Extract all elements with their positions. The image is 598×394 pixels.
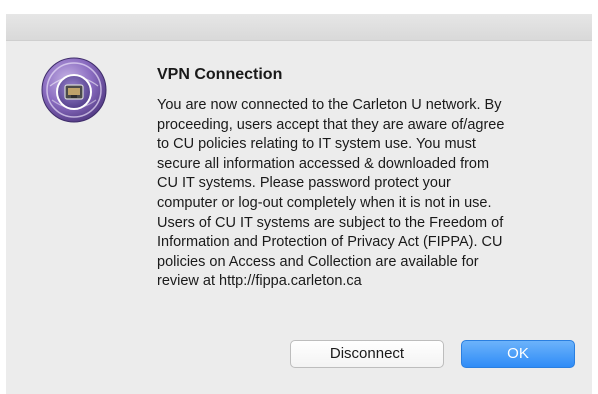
message-line: policies on Access and Collection are av… <box>157 253 479 270</box>
message-line: You are now connected to the Carleton U … <box>157 97 502 113</box>
message-line: secure all information accessed & downlo… <box>157 155 490 172</box>
message-line: review at http://fippa.carleton.ca <box>157 273 362 290</box>
disconnect-button[interactable]: Disconnect <box>290 340 444 368</box>
message-line: Users of CU IT systems are subject to th… <box>157 214 504 231</box>
dialog-title: VPN Connection <box>157 66 283 83</box>
message-line: computer or log-out completely when it i… <box>157 194 492 211</box>
ok-button[interactable]: OK <box>461 340 575 368</box>
dialog-top-bar <box>6 14 592 41</box>
vpn-alert-dialog: VPN Connection You are now connected to … <box>6 14 592 394</box>
message-line: CU IT systems. Please password protect y… <box>157 175 451 192</box>
vpn-network-port-icon <box>40 56 108 124</box>
dialog-message: You are now connected to the Carleton U … <box>157 96 557 292</box>
message-line: Information and Protection of Privacy Ac… <box>157 234 503 251</box>
message-line: to CU policies relating to IT system use… <box>157 136 476 153</box>
message-line: proceeding, users accept that they are a… <box>157 116 505 133</box>
